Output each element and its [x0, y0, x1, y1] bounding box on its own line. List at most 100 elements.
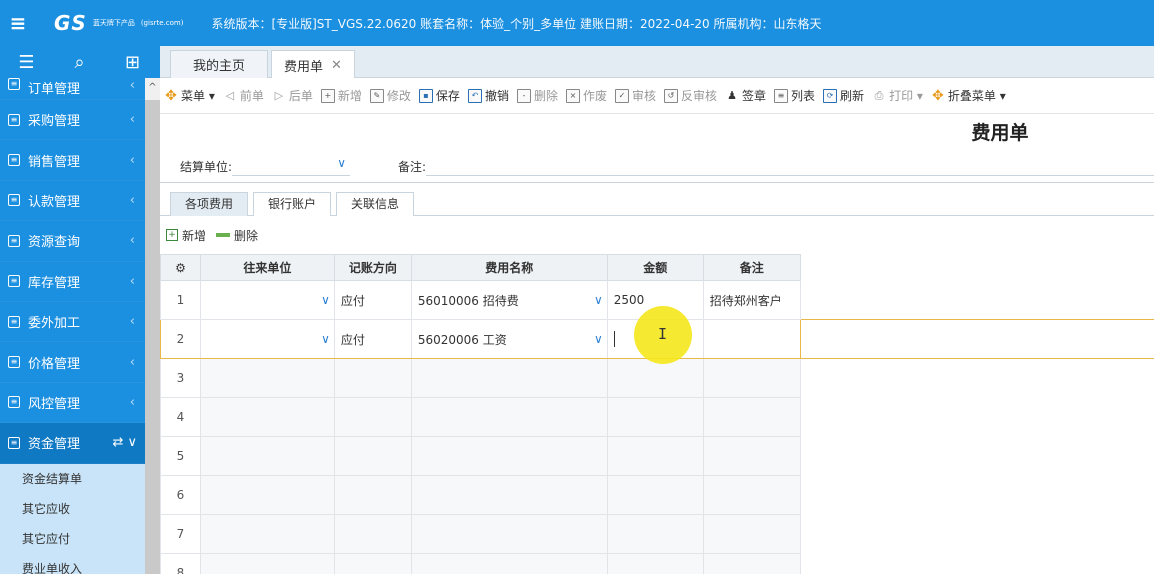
- direction-cell[interactable]: 应付: [333, 319, 412, 359]
- remark-cell[interactable]: [702, 553, 801, 574]
- table-row[interactable]: 4: [160, 397, 1154, 437]
- undo-button[interactable]: ↶ 撤销: [467, 87, 509, 104]
- fee-name-cell[interactable]: [410, 397, 608, 437]
- remark-cell[interactable]: [702, 319, 801, 359]
- sidebar-item-resource-query[interactable]: ≡ 资源查询 ‹: [0, 221, 145, 262]
- party-cell[interactable]: [199, 514, 335, 554]
- row-filler: [800, 280, 1154, 320]
- fee-name-cell[interactable]: 56010006 招待费 ∨: [410, 280, 608, 320]
- tab-bank-accounts[interactable]: 银行账户: [253, 192, 331, 216]
- amount-cell[interactable]: [606, 475, 704, 515]
- print-button[interactable]: ⎙ 打印 ▾: [872, 87, 923, 104]
- toolbar: ✥ 菜单 ▾ ◁ 前单 ▷ 后单 + 新增 ✎ 修改 ▪ 保存 ↶ 撤销 - 删除 × 作废 ✓ 审…: [160, 78, 1154, 114]
- sidebar-scrollbar[interactable]: ^: [145, 78, 160, 574]
- chevron-down-icon[interactable]: ∨: [321, 332, 330, 346]
- delete-button[interactable]: - 删除: [516, 87, 558, 104]
- audit-button[interactable]: ✓ 审核: [614, 87, 656, 104]
- save-button[interactable]: ▪ 保存: [418, 87, 460, 104]
- sidebar-item-inventory[interactable]: ≡ 库存管理 ‹: [0, 262, 145, 302]
- party-cell[interactable]: [199, 358, 335, 398]
- table-row[interactable]: 3: [160, 358, 1154, 398]
- remark-input[interactable]: [426, 154, 1154, 176]
- menu-button[interactable]: ✥ 菜单 ▾: [164, 87, 215, 104]
- table-row[interactable]: 6: [160, 475, 1154, 515]
- edit-button[interactable]: ✎ 修改: [369, 87, 411, 104]
- sidebar-subitem-other-receivable[interactable]: 其它应收: [0, 494, 145, 524]
- remark-cell[interactable]: [702, 358, 801, 398]
- chevron-left-icon: ‹: [129, 152, 135, 168]
- settings-gear-icon[interactable]: ⚙: [160, 254, 201, 281]
- party-cell[interactable]: ∨: [199, 280, 335, 320]
- refresh-button[interactable]: ⟳ 刷新: [823, 87, 864, 104]
- remark-cell[interactable]: 招待郑州客户: [702, 280, 801, 320]
- party-cell[interactable]: ∨: [199, 319, 335, 359]
- table-row[interactable]: 7: [160, 514, 1154, 554]
- next-button[interactable]: ▷ 后单: [272, 87, 313, 104]
- sidebar-subitem-settlement[interactable]: 资金结算单: [0, 464, 145, 494]
- prev-button[interactable]: ◁ 前单: [223, 87, 264, 104]
- party-cell[interactable]: [199, 475, 335, 515]
- grid-add-button[interactable]: + 新增: [166, 227, 206, 244]
- search-doc-icon[interactable]: ⌕: [53, 46, 106, 78]
- new-doc-icon[interactable]: ⊞: [106, 46, 159, 78]
- sidebar-item-purchase[interactable]: ≡ 采购管理 ‹: [0, 100, 145, 141]
- remark-cell[interactable]: [702, 475, 801, 515]
- fee-name-cell[interactable]: [410, 553, 608, 574]
- hamburger-menu-icon[interactable]: ≡: [0, 0, 36, 46]
- remark-cell[interactable]: [702, 397, 801, 437]
- sidebar-subitem-fee-income[interactable]: 费业单收入: [0, 554, 145, 574]
- fee-name-cell[interactable]: 56020006 工资 ∨: [410, 319, 608, 359]
- table-row[interactable]: 8: [160, 553, 1154, 574]
- sidebar-item-funds[interactable]: ≡ 资金管理 ⇄ ∨: [0, 423, 145, 464]
- chevron-down-icon[interactable]: ∨: [594, 293, 603, 307]
- sidebar-subitem-other-payable[interactable]: 其它应付: [0, 524, 145, 554]
- collapse-icon[interactable]: ☰: [0, 46, 53, 78]
- unaudit-button[interactable]: ↺ 反审核: [664, 87, 717, 104]
- sidebar-item-risk[interactable]: ≡ 风控管理 ‹: [0, 383, 145, 424]
- amount-cell[interactable]: [606, 436, 704, 476]
- party-cell[interactable]: [199, 436, 335, 476]
- direction-cell[interactable]: 应付: [333, 280, 412, 320]
- sidebar-item-orders[interactable]: ≡ 订单管理 ‹: [0, 78, 145, 100]
- direction-cell[interactable]: [333, 553, 412, 574]
- sidebar-item-outsourcing[interactable]: ≡ 委外加工 ‹: [0, 302, 145, 343]
- list-button[interactable]: ≡ 列表: [774, 87, 815, 104]
- doc-edit-icon: ✎: [369, 88, 384, 103]
- direction-cell[interactable]: [333, 397, 412, 437]
- add-button[interactable]: + 新增: [320, 87, 362, 104]
- close-icon[interactable]: ✕: [331, 58, 342, 73]
- party-cell[interactable]: [199, 397, 335, 437]
- chevron-down-icon[interactable]: ∨: [321, 293, 330, 307]
- settle-unit-select[interactable]: ∨: [232, 154, 350, 176]
- tab-expense-form[interactable]: 费用单 ✕: [271, 50, 355, 79]
- fee-name-cell[interactable]: [410, 358, 608, 398]
- sidebar-item-pricing[interactable]: ≡ 价格管理 ‹: [0, 342, 145, 383]
- amount-cell[interactable]: [606, 397, 704, 437]
- tab-related-info[interactable]: 关联信息: [336, 192, 414, 216]
- tab-home[interactable]: 我的主页: [170, 50, 268, 78]
- fee-name-cell[interactable]: [410, 514, 608, 554]
- direction-cell[interactable]: [333, 436, 412, 476]
- sign-button[interactable]: ♟ 签章: [725, 87, 766, 104]
- amount-cell[interactable]: [606, 358, 704, 398]
- grid-delete-button[interactable]: 删除: [216, 227, 258, 244]
- remark-cell[interactable]: [702, 436, 801, 476]
- sidebar-item-sales[interactable]: ≡ 销售管理 ‹: [0, 140, 145, 181]
- amount-cell[interactable]: [606, 553, 704, 574]
- direction-cell[interactable]: [333, 475, 412, 515]
- fee-name-cell[interactable]: [410, 475, 608, 515]
- remark-cell[interactable]: [702, 514, 801, 554]
- chevron-down-icon[interactable]: ∨: [594, 332, 603, 346]
- direction-cell[interactable]: [333, 514, 412, 554]
- void-button[interactable]: × 作废: [565, 87, 607, 104]
- table-row[interactable]: 5: [160, 436, 1154, 476]
- fold-menu-button[interactable]: ✥ 折叠菜单 ▾: [931, 87, 1006, 104]
- amount-cell[interactable]: [606, 514, 704, 554]
- sidebar-item-payment-claim[interactable]: ≡ 认款管理 ‹: [0, 181, 145, 222]
- tab-expense-items[interactable]: 各项费用: [170, 192, 248, 216]
- direction-cell[interactable]: [333, 358, 412, 398]
- party-cell[interactable]: [199, 553, 335, 574]
- form-title: 费用单: [971, 122, 1029, 144]
- scroll-up-icon[interactable]: ^: [145, 78, 160, 100]
- fee-name-cell[interactable]: [410, 436, 608, 476]
